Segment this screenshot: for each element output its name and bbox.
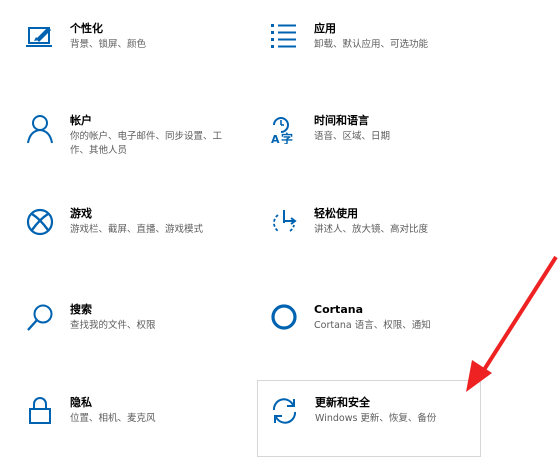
- search-icon: [26, 303, 56, 333]
- tile-description: 语音、区域、日期: [314, 131, 391, 142]
- xbox-icon: [26, 207, 56, 237]
- lock-icon: [26, 396, 56, 426]
- tile-description: 查找我的文件、权限: [70, 320, 156, 331]
- time-language-icon: A 字: [270, 114, 300, 144]
- tile-title: Cortana: [314, 303, 363, 316]
- tile-title: 应用: [314, 22, 336, 35]
- tile-description: 讲述人、放大镜、高对比度: [314, 224, 429, 235]
- personalization-icon: [26, 22, 56, 52]
- tile-privacy[interactable]: 隐私 位置、相机、麦克风: [26, 396, 256, 463]
- tile-update-security[interactable]: 更新和安全 Windows 更新、恢复、备份: [257, 380, 481, 457]
- tile-accounts[interactable]: 帐户 你的帐户、电子邮件、同步设置、工作、其他人员: [26, 114, 256, 184]
- tile-apps[interactable]: 应用 卸载、默认应用、可选功能: [270, 22, 500, 92]
- tile-time-language[interactable]: A 字 时间和语言 语音、区域、日期: [270, 114, 500, 184]
- tile-description: 背景、锁屏、颜色: [70, 39, 147, 50]
- tile-title: 游戏: [70, 207, 92, 220]
- annotation-arrow: [466, 255, 558, 392]
- tile-title: 搜索: [70, 303, 92, 316]
- update-icon: [270, 396, 300, 426]
- settings-page: 个性化 背景、锁屏、颜色 应用 卸载、默认应用、可选功能 帐户 你的帐户、电子邮…: [0, 0, 558, 463]
- tile-title: 隐私: [70, 396, 92, 409]
- tile-personalization[interactable]: 个性化 背景、锁屏、颜色: [26, 22, 256, 92]
- tile-title: 帐户: [70, 114, 92, 127]
- svg-text:A: A: [271, 133, 280, 144]
- tile-description: Cortana 语言、权限、通知: [314, 320, 431, 331]
- tile-title: 更新和安全: [315, 396, 370, 409]
- tile-description: 你的帐户、电子邮件、同步设置、工作、其他人员: [70, 131, 223, 156]
- cortana-icon: [270, 303, 300, 333]
- tile-description: 游戏栏、截屏、直播、游戏模式: [70, 224, 204, 235]
- tile-description: 位置、相机、麦克风: [70, 413, 156, 424]
- person-icon: [26, 114, 56, 144]
- apps-list-icon: [270, 22, 300, 52]
- svg-text:字: 字: [281, 131, 293, 144]
- tile-title: 轻松使用: [314, 207, 358, 220]
- tile-title: 个性化: [70, 22, 103, 35]
- tile-gaming[interactable]: 游戏 游戏栏、截屏、直播、游戏模式: [26, 207, 256, 277]
- tile-description: Windows 更新、恢复、备份: [315, 413, 437, 424]
- tile-description: 卸载、默认应用、可选功能: [314, 39, 429, 50]
- ease-of-access-icon: [270, 207, 300, 237]
- tile-search[interactable]: 搜索 查找我的文件、权限: [26, 303, 256, 373]
- tile-title: 时间和语言: [314, 114, 369, 127]
